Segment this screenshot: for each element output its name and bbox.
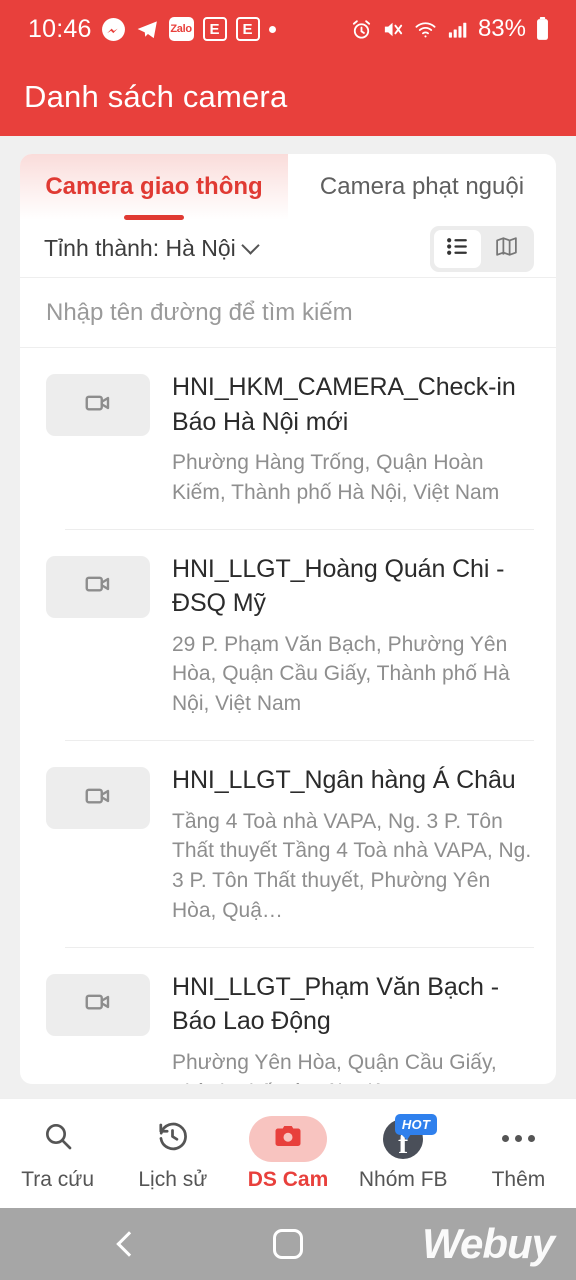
nav-label: Tra cứu [21, 1167, 94, 1191]
system-navigation-bar: Webuy [0, 1208, 576, 1280]
tab-camera-giao-thong[interactable]: Camera giao thông [20, 154, 288, 220]
nav-item-them[interactable]: Thêm [461, 1116, 576, 1192]
camera-info: HNI_HKM_CAMERA_Check-in Báo Hà Nội mới P… [172, 370, 532, 508]
webuy-watermark: Webuy [422, 1220, 555, 1267]
camera-list: HNI_HKM_CAMERA_Check-in Báo Hà Nội mới P… [20, 348, 556, 1084]
nav-label: DS Cam [247, 1167, 329, 1191]
nav-item-lich-su[interactable]: Lịch sử [115, 1116, 230, 1192]
battery-percent: 83% [477, 15, 526, 42]
status-bar: 10:46 Zalo E E 83% [0, 0, 576, 58]
list-item[interactable]: HNI_LLGT_Hoàng Quán Chi - ĐSQ Mỹ 29 P. P… [20, 530, 556, 742]
camera-thumbnail [46, 555, 150, 618]
camera-info: HNI_LLGT_Phạm Văn Bạch - Báo Lao Động Ph… [172, 970, 532, 1084]
dot-icon [268, 25, 276, 33]
tab-camera-phat-nguoi[interactable]: Camera phạt nguội [288, 154, 556, 220]
search-icon [42, 1120, 74, 1157]
camera-address: 29 P. Phạm Văn Bạch, Phường Yên Hòa, Quậ… [172, 632, 510, 716]
main-card: Camera giao thông Camera phạt nguội Tỉnh… [20, 154, 556, 1084]
list-view-button[interactable] [434, 229, 481, 268]
view-mode-toggle [430, 225, 534, 272]
e-app-icon: E [202, 17, 227, 41]
tab-label: Camera giao thông [45, 173, 263, 200]
camera-icon [273, 1121, 303, 1156]
page-title: Danh sách camera [24, 79, 288, 114]
nav-icon-container: f HOT [383, 1113, 438, 1162]
nav-item-tra-cuu[interactable]: Tra cứu [0, 1116, 115, 1192]
hot-badge: HOT [394, 1113, 438, 1140]
camera-thumbnail [46, 374, 150, 436]
nav-icon-container [156, 1116, 189, 1162]
battery-icon [535, 17, 550, 41]
nav-icon-container [42, 1116, 74, 1162]
wifi-icon [414, 18, 437, 41]
bottom-navigation: Tra cứu Lịch sử DS Cam f HOT Nhóm FB Thê… [0, 1098, 576, 1208]
camera-address: Tầng 4 Toà nhà VAPA, Ng. 3 P. Tôn Thất t… [172, 809, 532, 922]
video-camera-icon [83, 569, 113, 604]
home-icon[interactable] [273, 1229, 303, 1259]
camera-address: Phường Hàng Trống, Quận Hoàn Kiếm, Thành… [172, 451, 500, 504]
tab-active-indicator [124, 215, 184, 220]
history-icon [156, 1120, 189, 1158]
camera-info: HNI_LLGT_Hoàng Quán Chi - ĐSQ Mỹ 29 P. P… [172, 552, 532, 719]
search-input[interactable]: Nhập tên đường để tìm kiếm [46, 299, 353, 327]
camera-thumbnail [46, 973, 150, 1036]
zalo-icon: Zalo [168, 17, 194, 41]
map-icon [494, 234, 519, 264]
app-header: Danh sách camera [0, 58, 576, 136]
e-app-icon-2: E [235, 17, 260, 41]
video-camera-icon [83, 388, 113, 423]
tab-label: Camera phạt nguội [319, 173, 525, 200]
nav-label: Lịch sử [138, 1167, 208, 1191]
camera-title: HNI_LLGT_Hoàng Quán Chi - ĐSQ Mỹ [172, 554, 505, 618]
camera-title: HNI_LLGT_Ngân hàng Á Châu [172, 766, 516, 795]
alarm-icon [350, 18, 373, 41]
province-selector[interactable]: Tỉnh thành: Hà Nội [44, 235, 260, 262]
messenger-icon [101, 17, 126, 42]
map-view-button[interactable] [483, 230, 530, 268]
camera-thumbnail [46, 767, 150, 830]
video-camera-icon [83, 987, 113, 1022]
back-icon[interactable] [116, 1231, 142, 1257]
video-camera-icon [83, 781, 113, 816]
camera-info: HNI_LLGT_Ngân hàng Á Châu Tầng 4 Toà nhà… [172, 763, 532, 926]
nav-label: Nhóm FB [358, 1167, 448, 1191]
list-icon [445, 234, 470, 264]
search-row[interactable]: Nhập tên đường để tìm kiếm [20, 278, 556, 348]
more-dots-icon [501, 1135, 535, 1142]
nav-item-ds-cam[interactable]: DS Cam [230, 1115, 345, 1192]
mute-icon [382, 18, 405, 41]
province-label: Tỉnh thành: Hà Nội [44, 235, 236, 261]
chevron-down-icon [241, 236, 260, 255]
camera-title: HNI_LLGT_Phạm Văn Bạch - Báo Lao Động [172, 972, 499, 1036]
camera-address: Phường Yên Hòa, Quận Cầu Giấy, Thành phố… [172, 1050, 497, 1084]
nav-label: Thêm [491, 1167, 546, 1191]
active-nav-pill [249, 1115, 327, 1162]
status-time: 10:46 [28, 14, 92, 43]
signal-icon [446, 18, 469, 41]
telegram-icon [135, 17, 160, 42]
list-item[interactable]: HNI_LLGT_Phạm Văn Bạch - Báo Lao Động Ph… [20, 948, 556, 1084]
tab-bar: Camera giao thông Camera phạt nguội [20, 154, 556, 220]
list-item[interactable]: HNI_HKM_CAMERA_Check-in Báo Hà Nội mới P… [20, 348, 556, 530]
list-item[interactable]: HNI_LLGT_Ngân hàng Á Châu Tầng 4 Toà nhà… [20, 741, 556, 948]
nav-icon-container [501, 1116, 535, 1162]
status-bar-left: 10:46 Zalo E E [28, 15, 276, 44]
nav-icon-container [249, 1115, 327, 1162]
nav-item-nhom-fb[interactable]: f HOT Nhóm FB [346, 1113, 461, 1192]
filter-row: Tỉnh thành: Hà Nội [20, 220, 556, 278]
status-bar-right: 83% [350, 15, 550, 43]
camera-title: HNI_HKM_CAMERA_Check-in Báo Hà Nội mới [172, 373, 516, 436]
